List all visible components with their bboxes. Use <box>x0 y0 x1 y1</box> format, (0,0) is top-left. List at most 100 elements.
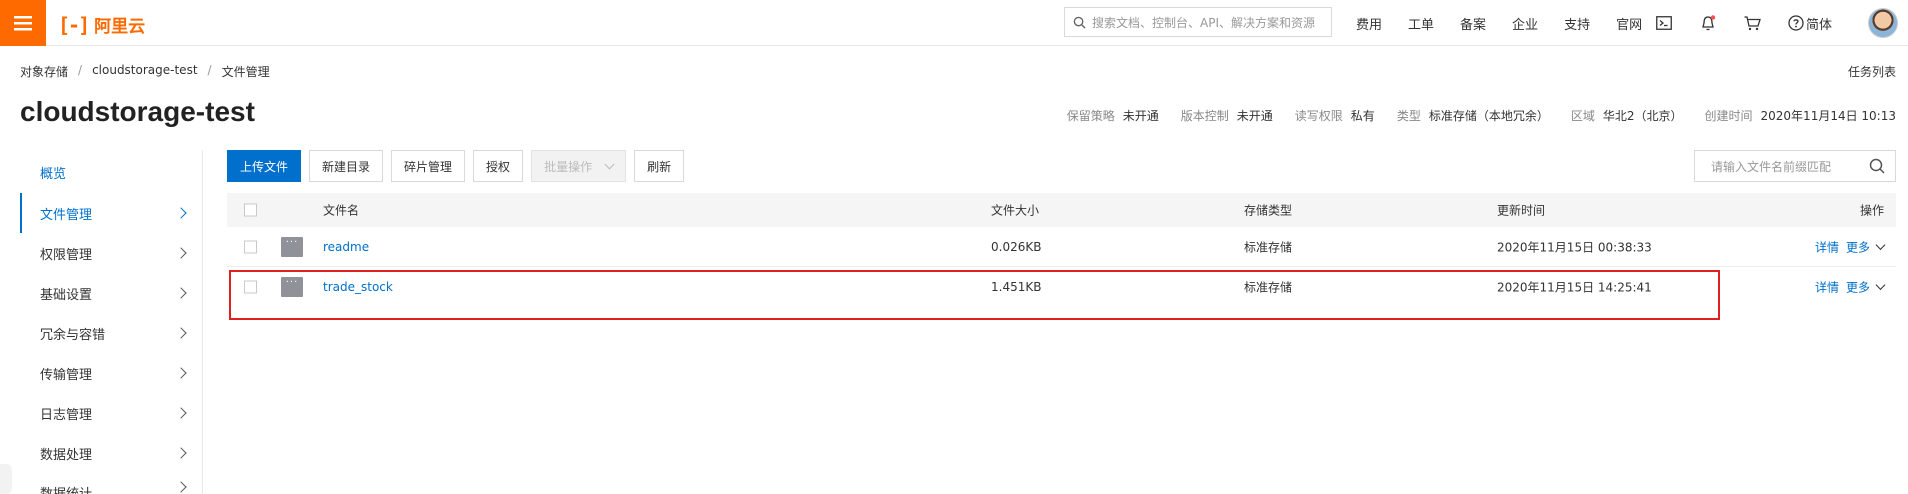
header-storage-type: 存储类型 <box>1244 203 1293 218</box>
file-name-link[interactable]: readme <box>323 240 369 254</box>
fragment-management-button[interactable]: 碎片管理 <box>391 150 466 182</box>
task-list-link[interactable]: 任务列表 <box>1848 63 1896 80</box>
meta-key-type: 类型 <box>1396 109 1421 123</box>
sidebar-item-logs[interactable]: 日志管理 <box>20 393 203 433</box>
breadcrumb-current: 文件管理 <box>221 65 270 79</box>
file-updated-time: 2020年11月15日 14:25:41 <box>1497 280 1652 295</box>
sidebar-item-redundancy[interactable]: 冗余与容错 <box>20 313 203 353</box>
refresh-button[interactable]: 刷新 <box>634 150 685 182</box>
breadcrumb-oss[interactable]: 对象存储 <box>20 63 68 80</box>
terminal-icon[interactable] <box>1655 14 1673 32</box>
file-icon: ··· <box>281 236 303 257</box>
sidebar-item-permissions[interactable]: 权限管理 <box>20 233 203 273</box>
nav-support[interactable]: 支持 <box>1564 14 1590 33</box>
chevron-right-icon <box>175 247 187 259</box>
breadcrumb-separator: / <box>207 63 212 77</box>
sidebar-collapse-handle[interactable] <box>0 464 12 494</box>
avatar[interactable] <box>1868 8 1898 38</box>
chevron-right-icon <box>175 407 187 419</box>
bell-icon[interactable] <box>1699 14 1717 32</box>
search-icon[interactable] <box>1869 158 1885 174</box>
upload-file-button[interactable]: 上传文件 <box>227 150 302 182</box>
meta-key-created: 创建时间 <box>1704 109 1753 123</box>
meta-value-retention: 未开通 <box>1122 109 1159 123</box>
batch-operations-dropdown: 批量操作 <box>531 150 627 182</box>
aliyun-logo[interactable]: [-] 阿里云 <box>58 12 146 38</box>
file-toolbar: 上传文件 新建目录 碎片管理 授权 批量操作 刷新 <box>227 150 685 182</box>
row-actions: 详情 更多 <box>1815 279 1886 296</box>
meta-key-acl: 读写权限 <box>1294 109 1343 123</box>
file-icon: ··· <box>281 277 303 297</box>
language-switch[interactable]: 简体 <box>1806 14 1832 33</box>
chevron-down-icon[interactable] <box>1875 280 1886 290</box>
row-checkbox[interactable] <box>244 280 257 294</box>
row-checkbox[interactable] <box>244 240 257 253</box>
sidebar-item-label: 数据统计 <box>40 483 92 494</box>
chevron-down-icon[interactable] <box>1875 239 1886 250</box>
meta-value-region: 华北2（北京） <box>1602 109 1683 123</box>
authorize-button[interactable]: 授权 <box>473 150 524 182</box>
file-updated-time: 2020年11月15日 00:38:33 <box>1497 240 1652 254</box>
global-search-input[interactable]: 搜索文档、控制台、API、解决方案和资源 <box>1064 7 1332 37</box>
file-storage-type: 标准存储 <box>1244 280 1293 295</box>
file-search-input[interactable]: 请输入文件名前缀匹配 <box>1694 150 1896 182</box>
top-icons <box>1655 0 1805 46</box>
sidebar-item-data-processing[interactable]: 数据处理 <box>20 433 203 473</box>
sidebar-item-label: 传输管理 <box>40 367 93 383</box>
select-all-checkbox[interactable] <box>244 203 257 217</box>
meta-value-created: 2020年11月14日 10:13 <box>1760 109 1896 123</box>
table-row: ··· readme 0.026KB 标准存储 2020年11月15日 00:3… <box>227 227 1896 267</box>
table-header: 文件名 文件大小 存储类型 更新时间 操作 <box>227 193 1896 227</box>
sidebar-item-file-management[interactable]: 文件管理 <box>20 193 203 233</box>
chevron-right-icon <box>175 287 187 299</box>
sidebar-item-label: 日志管理 <box>40 407 93 423</box>
row-actions: 详情 更多 <box>1815 238 1886 255</box>
sidebar-item-label: 文件管理 <box>40 207 93 223</box>
search-icon <box>1073 16 1086 29</box>
header-updated: 更新时间 <box>1497 203 1546 218</box>
table-row: ··· trade_stock 1.451KB 标准存储 2020年11月15日… <box>227 267 1896 307</box>
sidebar-item-label: 基础设置 <box>40 287 93 303</box>
breadcrumb-bucket[interactable]: cloudstorage-test <box>92 63 197 80</box>
more-dropdown[interactable]: 更多 <box>1846 238 1870 255</box>
detail-link[interactable]: 详情 <box>1815 279 1839 296</box>
sidebar-item-basic-settings[interactable]: 基础设置 <box>20 273 203 313</box>
file-size: 1.451KB <box>991 280 1042 294</box>
nav-icp-filing[interactable]: 备案 <box>1460 14 1486 33</box>
chevron-right-icon <box>175 207 187 219</box>
file-storage-type: 标准存储 <box>1244 240 1293 254</box>
nav-billing[interactable]: 费用 <box>1356 14 1382 33</box>
sidebar-item-overview[interactable]: 概览 <box>20 152 203 192</box>
nav-official-site[interactable]: 官网 <box>1616 14 1642 33</box>
file-name-link[interactable]: trade_stock <box>323 280 393 294</box>
bucket-meta: 保留策略 未开通 版本控制 未开通 读写权限 私有 类型 标准存储（本地冗余） … <box>1067 107 1896 124</box>
new-directory-button[interactable]: 新建目录 <box>309 150 384 182</box>
cart-icon[interactable] <box>1743 14 1761 32</box>
header-actions: 操作 <box>1859 203 1884 218</box>
chevron-right-icon <box>175 481 187 493</box>
chevron-right-icon <box>175 447 187 459</box>
sidebar-item-statistics[interactable]: 数据统计 <box>20 473 203 494</box>
page-title: cloudstorage-test <box>20 96 255 127</box>
menu-icon[interactable] <box>0 0 46 46</box>
global-search-placeholder: 搜索文档、控制台、API、解决方案和资源 <box>1092 15 1315 30</box>
chevron-right-icon <box>175 327 187 339</box>
detail-link[interactable]: 详情 <box>1815 238 1839 255</box>
file-table: 文件名 文件大小 存储类型 更新时间 操作 ··· readme 0.026KB… <box>227 193 1896 307</box>
nav-enterprise[interactable]: 企业 <box>1512 14 1538 33</box>
meta-value-type: 标准存储（本地冗余） <box>1428 109 1549 123</box>
logo-text: 阿里云 <box>94 17 146 37</box>
sidebar-item-transfer[interactable]: 传输管理 <box>20 353 203 393</box>
more-dropdown[interactable]: 更多 <box>1846 279 1870 296</box>
breadcrumb-separator: / <box>78 63 83 77</box>
sidebar-item-label: 概览 <box>40 166 67 182</box>
chevron-right-icon <box>175 367 187 379</box>
top-nav: 费用 工单 备案 企业 支持 官网 <box>1356 0 1668 46</box>
meta-value-acl: 私有 <box>1350 109 1375 123</box>
help-icon[interactable] <box>1787 14 1805 32</box>
nav-tickets[interactable]: 工单 <box>1408 14 1434 33</box>
header-size: 文件大小 <box>991 203 1040 218</box>
chevron-down-icon <box>604 159 615 170</box>
file-size: 0.026KB <box>991 239 1042 254</box>
sidebar-item-label: 冗余与容错 <box>40 327 106 343</box>
